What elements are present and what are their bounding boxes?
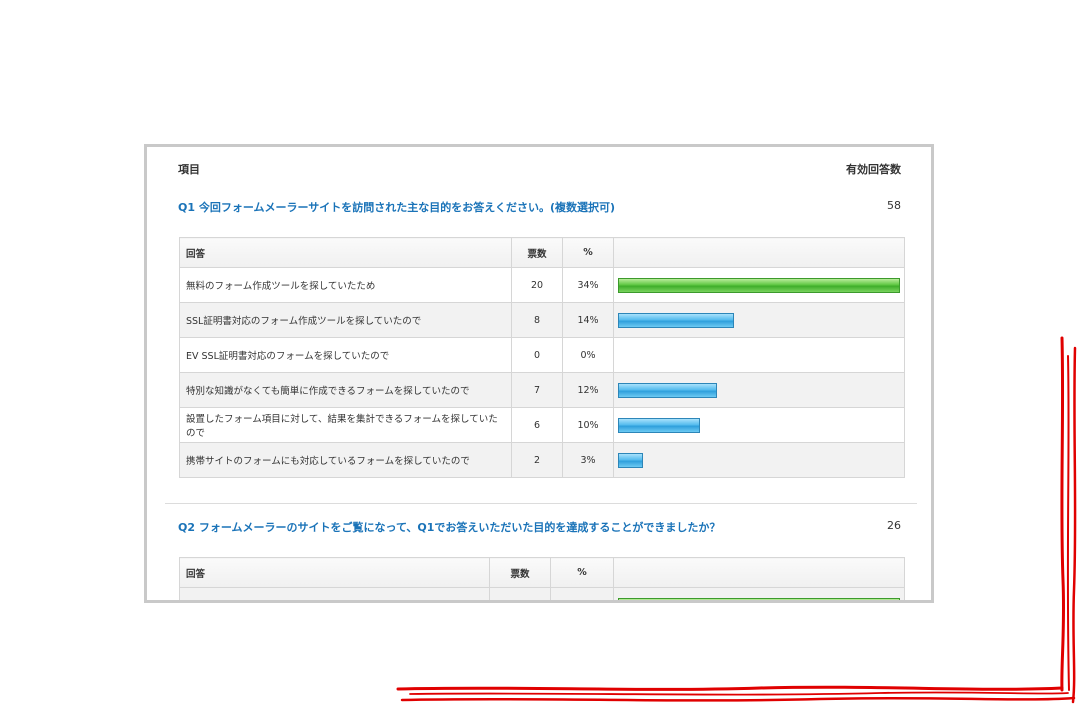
red-annotation-scribble: [396, 336, 1077, 704]
